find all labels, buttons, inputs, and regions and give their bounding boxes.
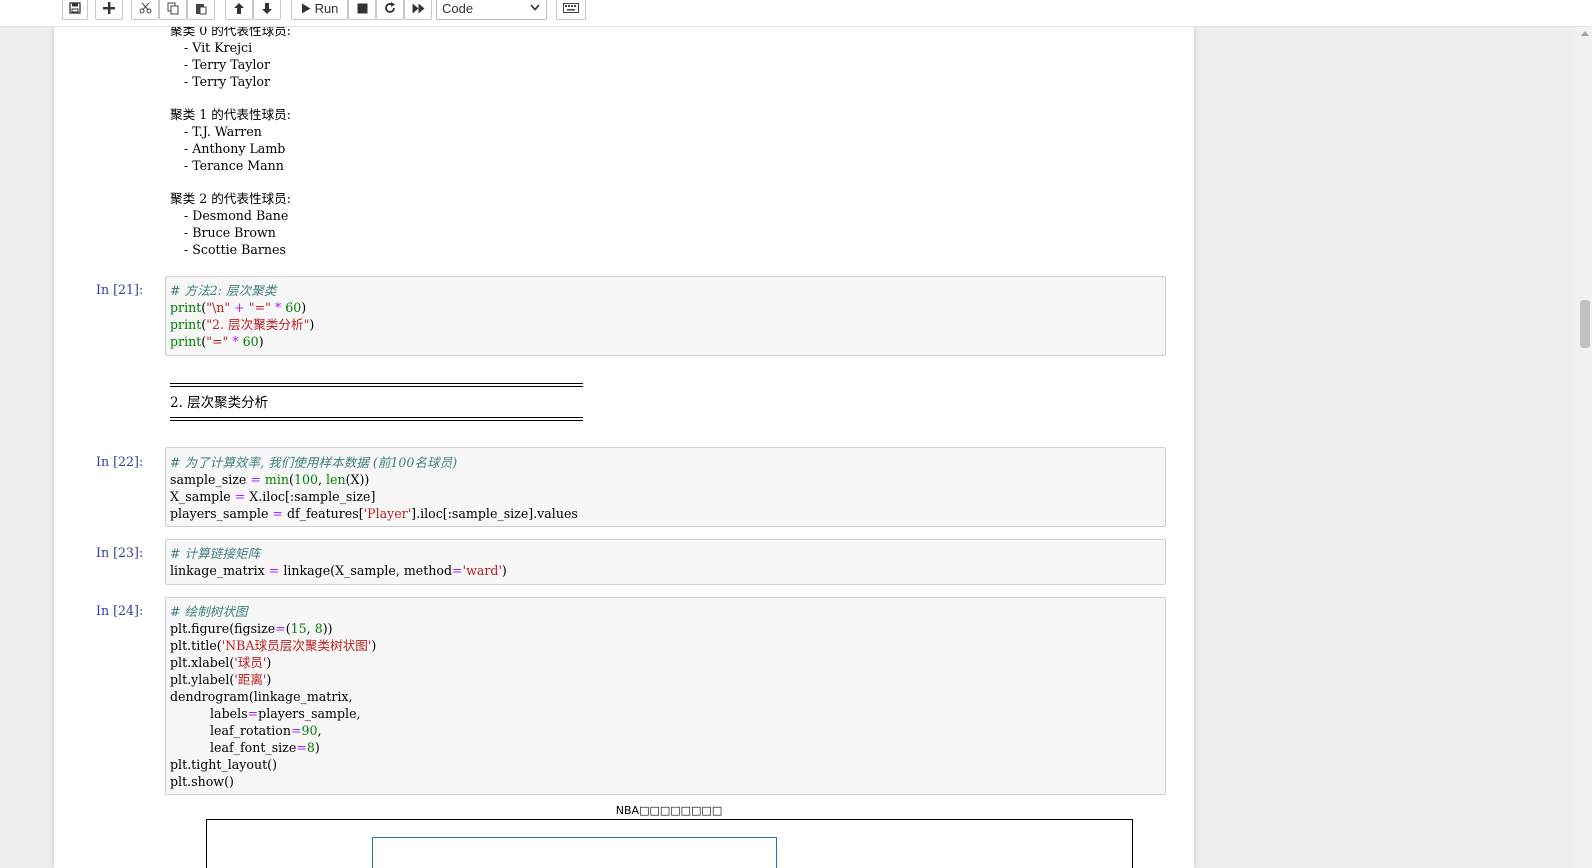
code-line: sample_size = min(100, len(X)) [170,472,370,487]
page-scrollbar[interactable] [1575,26,1592,868]
code-cell-22[interactable]: # 为了计算效率, 我们使用样本数据 (前100名球员) sample_size… [165,447,1166,527]
code-line: leaf_rotation=90, [170,723,322,738]
dendrogram-link [372,837,777,868]
keyboard-icon [563,3,579,13]
plus-icon [103,2,115,14]
save-icon [69,2,81,14]
output-cluster-0-player: - Vit Krejci [184,40,253,55]
run-button[interactable]: Run [291,0,348,20]
code-line: print("\n" + "=" * 60) [170,300,307,315]
arrow-up-icon [234,2,244,14]
copy-button[interactable] [159,0,187,20]
paste-button[interactable] [187,0,215,20]
output-cluster-2-player: - Bruce Brown [184,225,276,240]
code-line: plt.show() [170,774,234,789]
output-rule-top [170,383,583,384]
output-cluster-1-player: - Terance Mann [184,158,284,173]
output-rule-top [170,386,583,387]
output-cluster-0-player: - Terry Taylor [184,57,270,72]
code-line: plt.title('NBA球员层次聚类树状图') [170,638,377,653]
code-line: print("=" * 60) [170,334,264,349]
code-line: # 计算链接矩阵 [170,546,261,561]
output-rule-bottom [170,420,583,421]
code-line: # 绘制树状图 [170,604,248,619]
scroll-up-icon [1581,31,1589,36]
run-button-label: Run [314,0,339,16]
chevron-down-icon [530,4,540,11]
output-cluster-2-heading: 聚类 2 的代表性球员: [170,191,292,206]
scrollbar-thumb[interactable] [1580,300,1590,348]
code-line: plt.xlabel('球员') [170,655,272,670]
code-line: players_sample = df_features['Player'].i… [170,506,578,521]
scissors-icon [139,2,151,14]
restart-button[interactable] [376,0,404,20]
output-rule-bottom [170,417,583,418]
cell-prompt: In [24]: [96,603,144,618]
fast-forward-icon [412,3,424,13]
copy-icon [167,2,179,14]
cell-type-value: Code [442,0,474,16]
stop-icon [357,3,367,13]
code-line: X_sample = X.iloc[:sample_size] [170,489,376,504]
notebook-toolbar: Run Code [0,0,1592,27]
output-cluster-2-player: - Desmond Bane [184,208,289,223]
output-cluster-1-player: - Anthony Lamb [184,141,286,156]
cell-prompt: In [22]: [96,454,144,469]
output-cluster-0-heading: 聚类 0 的代表性球员: [170,26,292,38]
code-line: print("2. 层次聚类分析") [170,317,315,332]
play-icon [301,3,311,13]
code-line: labels=players_sample, [170,706,361,721]
restart-run-all-button[interactable] [404,0,432,20]
output-cluster-0-player: - Terry Taylor [184,74,270,89]
code-cell-24[interactable]: # 绘制树状图 plt.figure(figsize=(15, 8)) plt.… [165,597,1166,795]
interrupt-button[interactable] [348,0,376,20]
figure-title: NBA□□□□□□□□ [615,804,723,817]
save-button[interactable] [62,0,88,20]
arrow-down-icon [262,2,272,14]
restart-icon [385,2,395,13]
code-cell-23[interactable]: # 计算链接矩阵 linkage_matrix = linkage(X_samp… [165,539,1166,585]
code-line: linkage_matrix = linkage(X_sample, metho… [170,563,507,578]
cell-prompt: In [21]: [96,282,144,297]
notebook-container: 聚类 0 的代表性球员: - Vit Krejci - Terry Taylor… [54,26,1194,868]
command-palette-button[interactable] [556,0,586,20]
cell-prompt: In [23]: [96,545,144,560]
move-up-button[interactable] [225,0,253,20]
code-line: plt.tight_layout() [170,757,278,772]
code-line: dendrogram(linkage_matrix, [170,689,353,704]
code-line: # 为了计算效率, 我们使用样本数据 (前100名球员) [170,455,458,470]
code-line: plt.figure(figsize=(15, 8)) [170,621,333,636]
code-cell-21[interactable]: # 方法2: 层次聚类 print("\n" + "=" * 60) print… [165,276,1166,356]
output-cluster-1-player: - T.J. Warren [184,124,262,139]
code-line: leaf_font_size=8) [170,740,320,755]
output-cluster-2-player: - Scottie Barnes [184,242,286,257]
cut-button[interactable] [131,0,159,20]
code-line: # 方法2: 层次聚类 [170,283,277,298]
paste-icon [196,3,207,14]
cell-type-select[interactable]: Code [436,0,547,20]
insert-cell-button[interactable] [95,0,123,20]
output-cluster-1-heading: 聚类 1 的代表性球员: [170,107,292,122]
move-down-button[interactable] [253,0,281,20]
code-line: plt.ylabel('距离') [170,672,272,687]
output-section-title: 2. 层次聚类分析 [170,395,269,411]
